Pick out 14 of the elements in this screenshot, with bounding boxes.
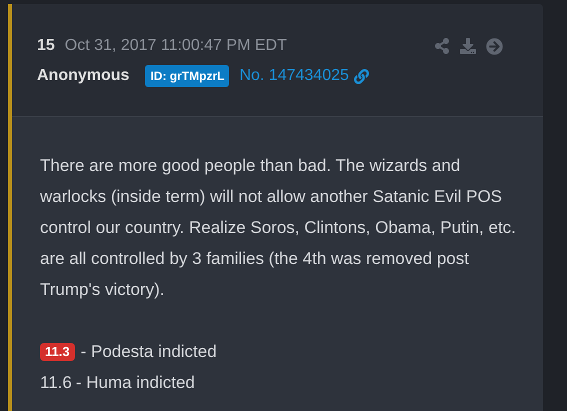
arrow-right-icon[interactable] [486,38,503,54]
post-timestamp: Oct 31, 2017 11:00:47 PM EDT [64,36,287,56]
download-icon[interactable] [460,38,476,54]
id-badge: ID: grTMpzrL [145,65,230,87]
post-number: 15 [37,36,55,56]
date-label: 11.6 [40,372,72,394]
date-label: 11.3 [40,342,75,360]
entry-text: - Podesta indicted [80,341,217,363]
share-icon[interactable] [434,38,450,54]
entry-text: - Huma indicted [76,372,195,394]
post-number-link[interactable]: No. 147434025 [239,64,349,88]
post-body: There are more good people than bad. The wizards and warlocks (inside term) will not allow another Satanic Evil POS control our country. Realize Soros, Clintons, Obama, Putin, etc. are all controlled by 3 families (the 4th was removed post Trump's victory). [40,155,517,301]
author-name: Anonymous [37,66,130,86]
link-icon[interactable] [354,68,369,84]
